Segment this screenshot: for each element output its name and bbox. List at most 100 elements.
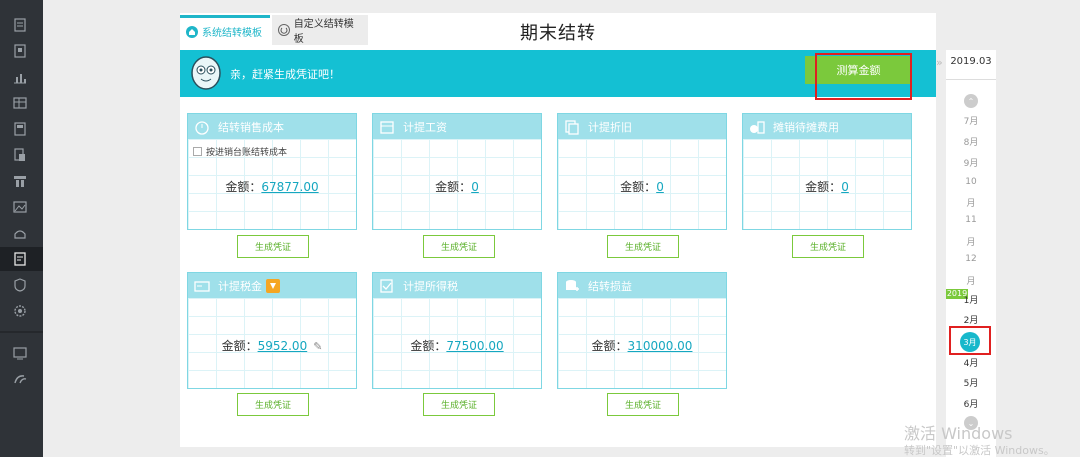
report-icon[interactable] (13, 96, 27, 110)
card-tax: 计提税金 金额：5952.00 ✎ (187, 272, 357, 389)
card-title: 摊销待摊费用 (773, 120, 839, 134)
card-title: 计提工资 (403, 120, 447, 134)
sidebar-divider (0, 331, 43, 333)
coins-icon (749, 119, 765, 135)
home-icon (186, 25, 198, 38)
tag-icon[interactable] (266, 278, 280, 293)
amount-link[interactable]: 5952.00 (258, 339, 308, 353)
month-item[interactable]: 10 (946, 177, 996, 187)
calendar-icon (379, 119, 395, 135)
card-profit-loss: 结转损益 金额：310000.00 (557, 272, 727, 389)
amount-label: 金额： (620, 180, 657, 194)
month-item[interactable]: 5月 (946, 376, 996, 389)
banner: 亲，赶紧生成凭证吧！ 测算金额 (180, 50, 936, 100)
card-income-tax: 计提所得税 金额：77500.00 (372, 272, 542, 389)
card-title: 结转销售成本 (218, 120, 284, 134)
highlight-box (949, 326, 991, 355)
amount-link[interactable]: 67877.00 (261, 180, 318, 194)
period-timeline: 2019.03 ⌃ 7月 8月 9月 10 月 11 月 12 月 2019 1… (946, 50, 996, 457)
month-item[interactable]: 8月 (946, 135, 996, 148)
card-salary: 计提工资 金额：0 (372, 113, 542, 230)
timer-icon (194, 119, 210, 135)
card-prepaid-expense: 摊销待摊费用 金额：0 (742, 113, 912, 230)
card-title: 计提税金 (218, 279, 262, 293)
receipt-icon (194, 278, 210, 294)
month-item[interactable]: 月 (946, 274, 996, 287)
amount-row: 金额：0 (558, 178, 726, 195)
month-item[interactable]: 2月 (946, 313, 996, 326)
month-item[interactable]: 1月 (946, 293, 996, 306)
amount-link[interactable]: 0 (471, 180, 479, 194)
collapse-arrow-icon[interactable]: » (936, 56, 943, 69)
calculator-icon[interactable] (13, 122, 27, 136)
chart-icon[interactable] (13, 70, 27, 84)
generate-voucher-button[interactable]: 生成凭证 (607, 235, 679, 258)
amount-link[interactable]: 77500.00 (446, 339, 503, 353)
current-period: 2019.03 (950, 56, 992, 67)
month-item[interactable]: 11 (946, 215, 996, 225)
main-panel: 系统结转模板 自定义结转模板 期末结转 亲，赶紧生成凭证吧！ 测算金额 结转销售… (180, 13, 936, 447)
amount-link[interactable]: 310000.00 (628, 339, 693, 353)
generate-voucher-button[interactable]: 生成凭证 (423, 393, 495, 416)
amount-label: 金额： (435, 180, 472, 194)
amount-row: 金额：67877.00 (188, 178, 356, 195)
ledger-icon[interactable] (13, 44, 27, 58)
amount-row: 金额：0 (373, 178, 541, 195)
picture-icon[interactable] (13, 200, 27, 214)
copy-icon (564, 119, 580, 135)
month-item[interactable]: 9月 (946, 156, 996, 169)
amount-row: 金额：5952.00 ✎ (188, 337, 356, 354)
amount-row: 金额：77500.00 (373, 337, 541, 354)
month-item[interactable]: 4月 (946, 356, 996, 369)
generate-voucher-button[interactable]: 生成凭证 (607, 393, 679, 416)
banner-message: 亲，赶紧生成凭证吧！ (230, 68, 340, 81)
highlight-box (815, 53, 912, 100)
amount-label: 金额： (591, 339, 628, 353)
tab-label: 自定义结转模板 (293, 19, 354, 45)
amount-link[interactable]: 0 (656, 180, 664, 194)
tab-custom-template[interactable]: 自定义结转模板 (272, 15, 368, 45)
card-depreciation: 计提折旧 金额：0 (557, 113, 727, 230)
amount-label: 金额： (410, 339, 447, 353)
checklist-icon (379, 278, 395, 294)
document-icon[interactable] (13, 18, 27, 32)
scroll-up-icon[interactable]: ⌃ (964, 94, 978, 108)
database-icon (564, 278, 580, 294)
activation-watermark-hint: 转到"设置"以激活 Windows。 (904, 444, 1055, 457)
amount-row: 金额：0 (743, 178, 911, 195)
shield-icon[interactable] (13, 278, 27, 292)
page-title: 期末结转 (520, 23, 596, 44)
settings-icon[interactable] (13, 304, 27, 318)
amount-label: 金额： (221, 339, 258, 353)
settlement-icon[interactable] (13, 252, 27, 266)
pencil-icon[interactable]: ✎ (313, 340, 322, 353)
card-title: 结转损益 (588, 279, 632, 293)
tab-label: 系统结转模板 (202, 28, 262, 39)
activation-watermark: 激活 Windows (904, 424, 1013, 443)
tab-system-template[interactable]: 系统结转模板 (180, 15, 270, 45)
month-item[interactable]: 月 (946, 235, 996, 248)
voucher-icon[interactable] (13, 148, 27, 162)
amount-label: 金额： (805, 180, 842, 194)
card-title: 计提所得税 (403, 279, 458, 293)
generate-voucher-button[interactable]: 生成凭证 (237, 235, 309, 258)
generate-voucher-button[interactable]: 生成凭证 (237, 393, 309, 416)
amount-label: 金额： (225, 180, 262, 194)
month-item[interactable]: 7月 (946, 114, 996, 127)
inventory-icon[interactable] (13, 174, 27, 188)
card-sales-cost: 结转销售成本 按进销台账结转成本 金额：67877.00 (187, 113, 357, 230)
month-item[interactable]: 6月 (946, 397, 996, 410)
month-item[interactable]: 12 (946, 254, 996, 264)
generate-voucher-button[interactable]: 生成凭证 (792, 235, 864, 258)
logout-icon[interactable] (13, 372, 27, 386)
amount-row: 金额：310000.00 (558, 337, 726, 354)
generate-voucher-button[interactable]: 生成凭证 (423, 235, 495, 258)
refresh-icon (278, 24, 290, 36)
amount-link[interactable]: 0 (841, 180, 849, 194)
cost-checkbox[interactable]: 按进销台账结转成本 (193, 145, 287, 158)
hand-icon[interactable] (13, 226, 27, 240)
checkbox-label: 按进销台账结转成本 (206, 148, 288, 158)
month-item[interactable]: 月 (946, 196, 996, 209)
monitor-icon[interactable] (13, 346, 27, 360)
mascot-icon (190, 55, 222, 91)
